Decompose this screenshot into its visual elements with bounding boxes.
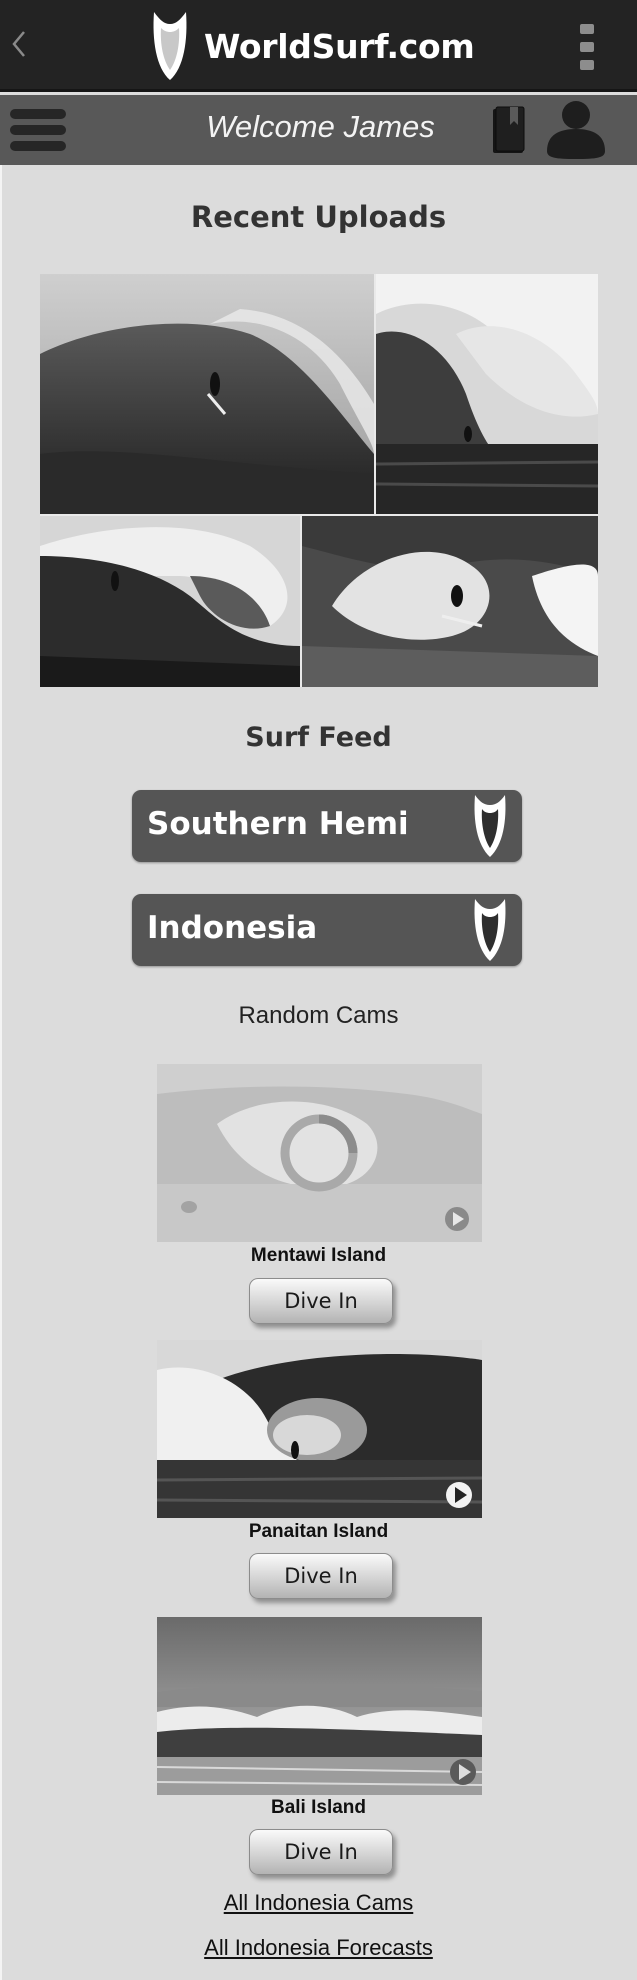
all-indonesia-cams-link[interactable]: All Indonesia Cams <box>0 1890 637 1916</box>
surfboard-logo-icon <box>153 12 187 80</box>
top-app-bar: WorldSurf.com <box>0 0 637 92</box>
feed-button-label: Indonesia <box>147 910 318 946</box>
feed-button-southern-hemi[interactable]: Southern Hemi <box>132 790 522 862</box>
cam-name: Mentawi Island <box>250 1245 387 1266</box>
feed-button-label: Southern Hemi <box>147 806 409 842</box>
surfboard-logo-icon <box>474 899 506 961</box>
cam-name: Panaitan Island <box>248 1521 389 1542</box>
dive-in-button[interactable]: Dive In <box>249 1553 393 1599</box>
welcome-bar: Welcome James <box>0 95 637 165</box>
recent-uploads-grid <box>40 274 598 687</box>
cam-video-bali[interactable] <box>157 1617 482 1795</box>
cam-video-mentawi[interactable] <box>157 1064 482 1242</box>
random-cams-title: Random Cams <box>238 1002 399 1029</box>
dive-in-button[interactable]: Dive In <box>249 1278 393 1324</box>
kebab-menu-icon[interactable] <box>572 24 600 70</box>
page-edge <box>0 165 2 1980</box>
upload-photo-1[interactable] <box>40 274 374 514</box>
cam-video-panaitan[interactable] <box>157 1340 482 1518</box>
dive-in-button[interactable]: Dive In <box>249 1829 393 1875</box>
surf-feed-title: Surf Feed <box>245 722 392 753</box>
link-text[interactable]: All Indonesia Forecasts <box>204 1935 433 1960</box>
user-profile-icon[interactable] <box>544 99 608 161</box>
bookmark-icon[interactable] <box>492 105 526 155</box>
link-text[interactable]: All Indonesia Cams <box>224 1890 414 1915</box>
upload-photo-4[interactable] <box>302 516 598 687</box>
feed-button-indonesia[interactable]: Indonesia <box>132 894 522 966</box>
upload-photo-2[interactable] <box>376 274 598 514</box>
welcome-message: Welcome James <box>206 109 435 144</box>
recent-uploads-title: Recent Uploads <box>190 200 447 234</box>
all-indonesia-forecasts-link[interactable]: All Indonesia Forecasts <box>0 1935 637 1961</box>
upload-photo-3[interactable] <box>40 516 300 687</box>
surfboard-logo-icon <box>474 795 506 857</box>
chevron-left-icon[interactable] <box>8 24 30 64</box>
brand[interactable]: WorldSurf.com <box>150 10 475 82</box>
cam-name: Bali Island <box>270 1797 367 1818</box>
app-title: WorldSurf.com <box>204 26 475 66</box>
